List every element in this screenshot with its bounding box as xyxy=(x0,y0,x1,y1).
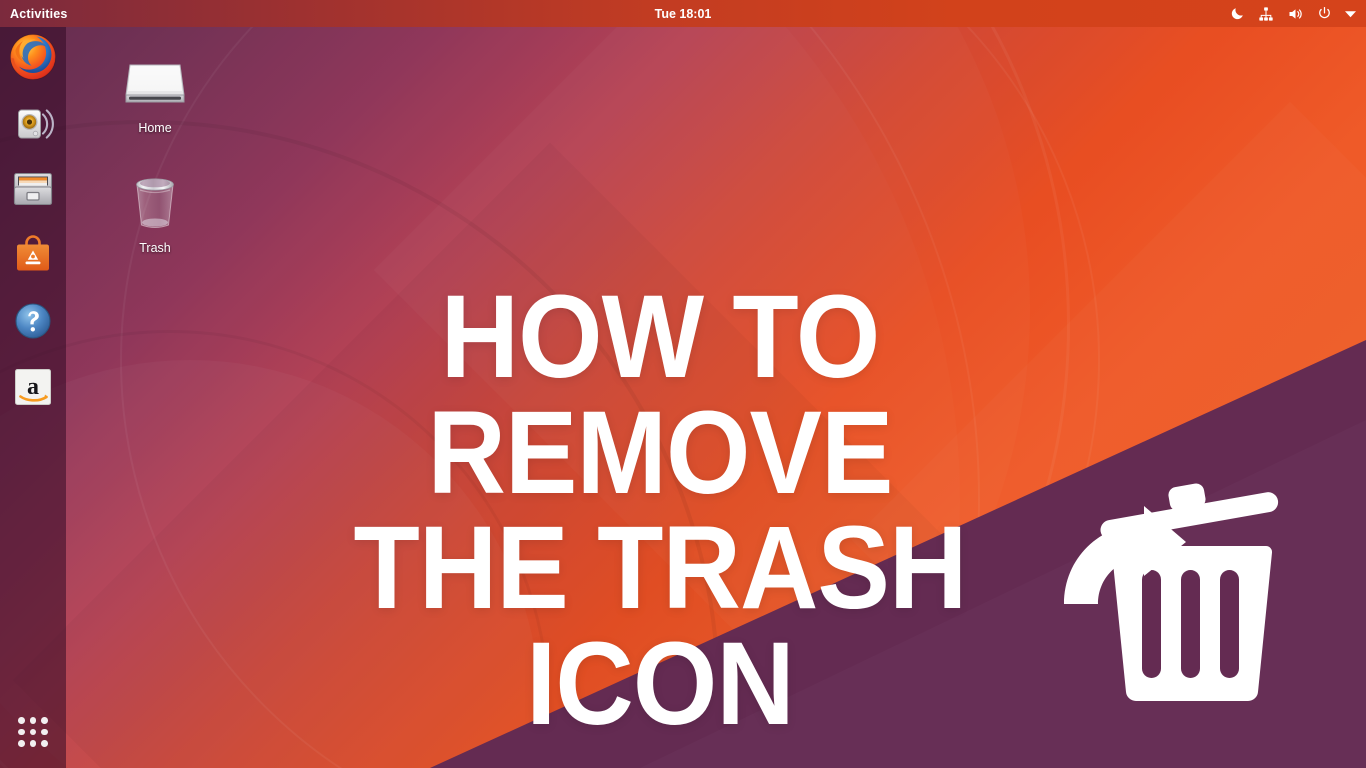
activities-button[interactable]: Activities xyxy=(0,7,80,21)
network-icon[interactable] xyxy=(1258,6,1274,22)
trash-can-with-arrow-icon xyxy=(1064,483,1279,702)
desktop-icon-trash[interactable]: Trash xyxy=(101,166,209,255)
page-title: HOW TO REMOVE THE TRASH ICON xyxy=(246,278,1074,750)
dock-item-rhythmbox[interactable] xyxy=(9,99,57,147)
page-title-line-2: THE TRASH ICON xyxy=(353,502,968,750)
dock: a xyxy=(0,27,66,768)
power-icon[interactable] xyxy=(1317,6,1332,21)
top-bar: Activities Tue 18:01 xyxy=(0,0,1366,27)
grid-dot xyxy=(18,740,25,747)
clock: Tue 18:01 xyxy=(0,7,1366,21)
desktop-screen: Activities Tue 18:01 a Home Trash HOW TO… xyxy=(0,0,1366,768)
grid-dot xyxy=(41,728,48,736)
grid-dot xyxy=(18,717,25,724)
ubuntu-software-icon xyxy=(17,235,49,271)
desktop-icon-label: Trash xyxy=(139,241,171,255)
firefox-icon xyxy=(10,34,56,80)
chevron-down-icon[interactable] xyxy=(1345,10,1356,18)
dock-item-help[interactable] xyxy=(9,297,57,345)
dock-items: a xyxy=(9,27,57,411)
dock-item-files[interactable] xyxy=(9,165,57,213)
dock-item-ubuntu-software[interactable] xyxy=(9,231,57,279)
grid-dot xyxy=(18,728,25,736)
overlay-trash-graphic xyxy=(1060,480,1320,710)
help-icon xyxy=(15,303,51,339)
amazon-icon: a xyxy=(15,369,51,405)
grid-dot xyxy=(29,717,37,724)
dock-item-firefox[interactable] xyxy=(9,33,57,81)
trash-bin-icon xyxy=(101,166,209,238)
files-cabinet-icon xyxy=(13,172,53,206)
desktop-icon-label: Home xyxy=(138,121,172,135)
volume-icon[interactable] xyxy=(1287,6,1304,22)
system-tray xyxy=(1230,6,1366,22)
grid-dot xyxy=(41,740,48,747)
show-applications-button[interactable] xyxy=(11,710,55,754)
svg-text:a: a xyxy=(27,374,39,400)
clock-label[interactable]: Tue 18:01 xyxy=(655,7,712,21)
grid-dot xyxy=(29,740,37,747)
grid-dot xyxy=(41,717,48,724)
night-light-icon[interactable] xyxy=(1230,6,1245,21)
desktop-icon-home[interactable]: Home xyxy=(101,46,209,135)
dock-item-amazon[interactable]: a xyxy=(9,363,57,411)
rhythmbox-speaker-icon xyxy=(18,109,54,139)
grid-dot xyxy=(29,728,37,736)
home-drive-icon xyxy=(101,46,209,118)
page-title-line-1: HOW TO REMOVE xyxy=(427,271,893,519)
